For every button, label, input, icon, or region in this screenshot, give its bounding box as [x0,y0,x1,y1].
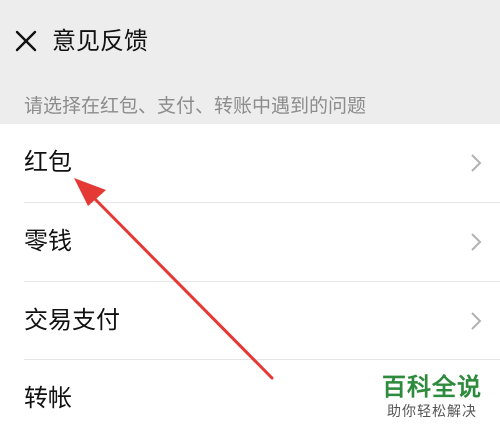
chevron-right-icon [471,154,482,172]
list-item-label: 转帐 [24,384,72,412]
watermark-logo: 百科全说 助你轻松解决 [372,372,492,430]
section-hint: 请选择在红包、支付、转账中遇到的问题 [24,95,367,117]
watermark-title: 百科全说 [382,373,482,401]
page-title: 意见反馈 [52,27,148,55]
list-item-label: 零钱 [24,227,72,255]
list-item-label: 红包 [24,148,72,176]
chevron-right-icon [471,312,482,330]
watermark-subtitle: 助你轻松解决 [387,404,477,420]
list-item-label: 交易支付 [24,306,120,334]
list-item-transaction-payment[interactable]: 交易支付 [0,282,500,360]
top-bar: 意见反馈 [0,0,500,80]
close-icon [15,30,37,52]
chevron-right-icon [471,233,482,251]
list-item-change[interactable]: 零钱 [0,203,500,281]
list-item-red-packet[interactable]: 红包 [0,124,500,202]
close-button[interactable] [13,28,39,54]
